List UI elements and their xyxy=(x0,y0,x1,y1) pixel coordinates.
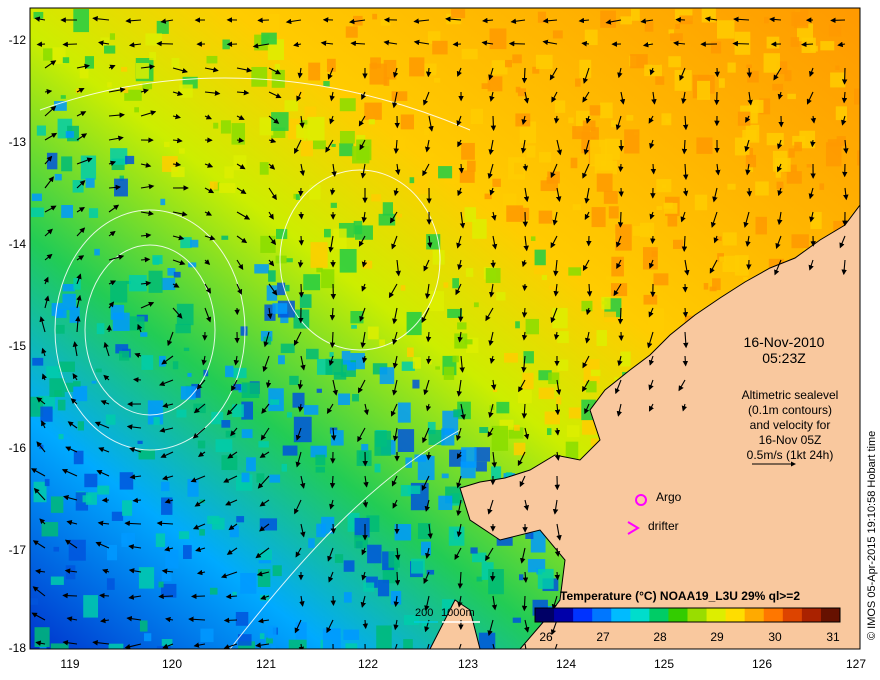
note-line: Altimetric sealevel xyxy=(742,388,839,402)
lat-tick: -12 xyxy=(9,33,27,47)
credit-text: © IMOS 05-Apr-2015 19:10:58 Hobart time xyxy=(866,430,878,640)
lon-tick: 122 xyxy=(358,657,378,671)
lon-tick: 127 xyxy=(846,657,866,671)
isobath-1000-label: 1000m xyxy=(441,607,475,619)
lat-tick: -18 xyxy=(9,641,27,655)
date-label: 16-Nov-2010 xyxy=(744,334,825,350)
colorbar-tick: 27 xyxy=(596,630,610,644)
colorbar-title: Temperature (°C) NOAA19_L3U 29% ql>=2 xyxy=(560,589,800,603)
lat-tick: -13 xyxy=(9,135,27,149)
colorbar-tick: 28 xyxy=(653,630,667,644)
drifter-label: drifter xyxy=(648,519,679,533)
colorbar-tick: 26 xyxy=(539,630,553,644)
lon-tick: 124 xyxy=(556,657,576,671)
colorbar-tick: 29 xyxy=(710,630,724,644)
colorbar-tick: 31 xyxy=(826,630,840,644)
lon-tick: 126 xyxy=(752,657,772,671)
lon-axis: 119 120 121 122 123 124 125 126 127 xyxy=(60,657,866,671)
note-line: and velocity for xyxy=(750,418,831,432)
note-line: 0.5m/s (1kt 24h) xyxy=(747,448,834,462)
lat-tick: -14 xyxy=(9,237,27,251)
colorbar-tick: 30 xyxy=(768,630,782,644)
lat-tick: -16 xyxy=(9,441,27,455)
lon-tick: 120 xyxy=(162,657,182,671)
note-line: 16-Nov 05Z xyxy=(759,433,822,447)
lat-tick: -15 xyxy=(9,339,27,353)
lon-tick: 125 xyxy=(654,657,674,671)
lon-tick: 119 xyxy=(60,657,79,671)
sst-map: 119 120 121 122 123 124 125 126 127 -12 … xyxy=(9,7,866,671)
isobath-200-label: 200 xyxy=(415,607,433,619)
altimetry-note: Altimetric sealevel (0.1m contours) and … xyxy=(742,388,839,467)
lon-tick: 121 xyxy=(256,657,276,671)
colorbar-ramp xyxy=(535,608,841,622)
note-line: (0.1m contours) xyxy=(748,403,832,417)
lon-tick: 123 xyxy=(458,657,478,671)
argo-label: Argo xyxy=(656,490,682,504)
time-label: 05:23Z xyxy=(762,350,806,366)
lat-tick: -17 xyxy=(9,543,27,557)
lat-axis: -12 -13 -14 -15 -16 -17 -18 xyxy=(9,33,27,655)
